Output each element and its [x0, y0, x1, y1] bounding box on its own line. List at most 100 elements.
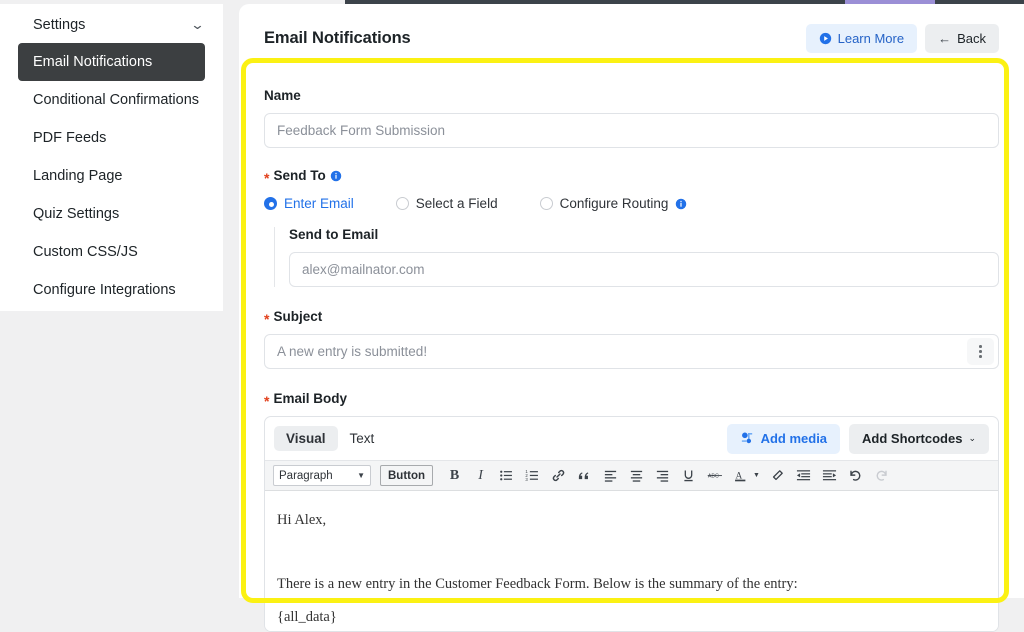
sidebar-heading-settings[interactable]: Settings ⌄: [0, 6, 223, 43]
subject-value: A new entry is submitted!: [277, 344, 428, 359]
learn-more-button[interactable]: Learn More: [805, 23, 918, 53]
editor-tabbar: Visual Text Add media Add Shortcodes ⌄: [265, 417, 998, 460]
main-panel: Email Notifications Learn More ← Back Na…: [239, 4, 1024, 632]
send-to-label-text: Send To: [273, 168, 326, 183]
play-circle-icon: [819, 32, 831, 44]
add-shortcodes-button[interactable]: Add Shortcodes ⌄: [849, 423, 989, 454]
underline-icon[interactable]: [678, 465, 699, 486]
sidebar-heading-label: Settings: [33, 16, 86, 33]
editor-format-toolbar: Paragraph ▼ Button B I 1 2 3 ABC A ▼: [265, 460, 998, 491]
sidebar-item-quiz-settings[interactable]: Quiz Settings: [0, 195, 223, 233]
info-icon[interactable]: [330, 170, 342, 182]
link-icon[interactable]: [548, 465, 569, 486]
page-title: Email Notifications: [264, 28, 411, 47]
sidebar-list: Email Notifications Conditional Confirmat…: [0, 43, 223, 309]
sidebar-item-configure-integrations[interactable]: Configure Integrations: [0, 271, 223, 309]
text-color-chevron-down-icon[interactable]: ▼: [753, 472, 760, 479]
strikethrough-icon[interactable]: ABC: [704, 465, 725, 486]
name-input[interactable]: Feedback Form Submission: [264, 113, 999, 148]
blockquote-icon[interactable]: [574, 465, 595, 486]
radio-option-configure-routing[interactable]: Configure Routing: [539, 196, 688, 211]
editor-blank-line: [277, 531, 986, 575]
numbered-list-icon[interactable]: 1 2 3: [522, 465, 543, 486]
paragraph-format-select[interactable]: Paragraph ▼: [273, 465, 371, 486]
sidebar-item-label: Quiz Settings: [33, 206, 120, 222]
email-body-group: * Email Body Visual Text Add media Add S…: [264, 391, 999, 632]
paragraph-format-value: Paragraph: [279, 469, 333, 482]
align-center-icon[interactable]: [626, 465, 647, 486]
name-label-text: Name: [264, 88, 301, 103]
required-asterisk-icon: *: [264, 393, 270, 409]
bullet-list-icon[interactable]: [496, 465, 517, 486]
italic-icon[interactable]: I: [470, 465, 491, 486]
subject-field-wrap: A new entry is submitted!: [264, 334, 999, 369]
add-media-label: Add media: [760, 431, 828, 446]
sidebar-item-custom-css-js[interactable]: Custom CSS/JS: [0, 233, 223, 271]
insert-button-tool[interactable]: Button: [380, 465, 434, 486]
back-button[interactable]: ← Back: [925, 23, 999, 53]
required-asterisk-icon: *: [264, 311, 270, 327]
kebab-dot-icon: [979, 345, 982, 348]
subject-label: * Subject: [264, 309, 999, 327]
send-to-label: * Send To: [264, 168, 999, 185]
send-to-radio-group: Enter Email Select a Field Configure Routi…: [264, 196, 999, 211]
editor-line-shortcode: {all_data}: [277, 609, 337, 626]
undo-icon[interactable]: [845, 465, 866, 486]
radio-option-label: Select a Field: [415, 196, 498, 211]
add-media-icon: [741, 432, 752, 444]
kebab-dot-icon: [979, 355, 982, 358]
align-left-icon[interactable]: [600, 465, 621, 486]
radio-option-enter-email[interactable]: Enter Email: [264, 196, 354, 211]
send-to-email-group: Send to Email alex@mailnator.com: [274, 227, 999, 287]
sidebar-item-label: Configure Integrations: [33, 282, 176, 298]
email-notification-form: Name Feedback Form Submission * Send To …: [239, 72, 1024, 632]
editor-tabbar-actions: Add media Add Shortcodes ⌄: [726, 423, 989, 454]
info-icon[interactable]: [675, 198, 687, 210]
redo-icon[interactable]: [871, 465, 892, 486]
send-to-email-input[interactable]: alex@mailnator.com: [289, 252, 999, 287]
editor-line-greeting: Hi Alex,: [277, 512, 327, 528]
wysiwyg-editor: Visual Text Add media Add Shortcodes ⌄ P…: [264, 416, 999, 632]
radio-option-select-a-field[interactable]: Select a Field: [395, 196, 498, 211]
email-body-label-text: Email Body: [273, 391, 347, 406]
tab-visual[interactable]: Visual: [274, 426, 338, 451]
subject-group: * Subject A new entry is submitted!: [264, 309, 999, 369]
settings-sidebar: Settings ⌄ Email Notifications Conditiona…: [0, 4, 223, 311]
decrease-indent-icon[interactable]: [793, 465, 814, 486]
send-to-group: * Send To Enter Email Select a Field Confi…: [264, 168, 999, 211]
header-actions: Learn More ← Back: [805, 23, 999, 53]
bold-icon[interactable]: B: [444, 465, 465, 486]
name-field-group: Name Feedback Form Submission: [264, 88, 999, 148]
radio-option-label: Enter Email: [284, 196, 354, 211]
kebab-dot-icon: [979, 350, 982, 353]
sidebar-item-email-notifications[interactable]: Email Notifications: [18, 43, 205, 81]
subject-more-options-button[interactable]: [967, 338, 994, 365]
email-body-label: * Email Body: [264, 391, 999, 409]
arrow-left-icon: ←: [938, 30, 952, 46]
sidebar-item-conditional-confirmations[interactable]: Conditional Confirmations: [0, 81, 223, 119]
sidebar-item-landing-page[interactable]: Landing Page: [0, 157, 223, 195]
send-to-email-label-text: Send to Email: [289, 227, 379, 242]
align-right-icon[interactable]: [652, 465, 673, 486]
subject-input[interactable]: A new entry is submitted!: [264, 334, 999, 369]
sidebar-item-label: PDF Feeds: [33, 130, 107, 146]
editor-content-area[interactable]: Hi Alex, There is a new entry in the Cus…: [265, 491, 998, 631]
chevron-down-icon: ⌄: [968, 433, 976, 443]
sidebar-item-label: Email Notifications: [33, 54, 153, 70]
back-label: Back: [957, 30, 986, 46]
send-to-email-label: Send to Email: [289, 227, 999, 242]
svg-text:3: 3: [525, 477, 528, 482]
send-to-email-value: alex@mailnator.com: [302, 262, 425, 277]
radio-option-label: Configure Routing: [559, 196, 669, 211]
text-color-icon[interactable]: A: [730, 465, 751, 486]
editor-line-body: There is a new entry in the Customer Fee…: [277, 575, 798, 592]
increase-indent-icon[interactable]: [819, 465, 840, 486]
clear-formatting-eraser-icon[interactable]: [767, 465, 788, 486]
radio-selected-icon: [264, 197, 277, 210]
tab-text[interactable]: Text: [338, 426, 387, 451]
sidebar-item-pdf-feeds[interactable]: PDF Feeds: [0, 119, 223, 157]
add-media-button[interactable]: Add media: [726, 423, 841, 454]
name-input-value: Feedback Form Submission: [277, 123, 446, 138]
sidebar-item-label: Landing Page: [33, 168, 123, 184]
sidebar-item-label: Custom CSS/JS: [33, 244, 138, 260]
